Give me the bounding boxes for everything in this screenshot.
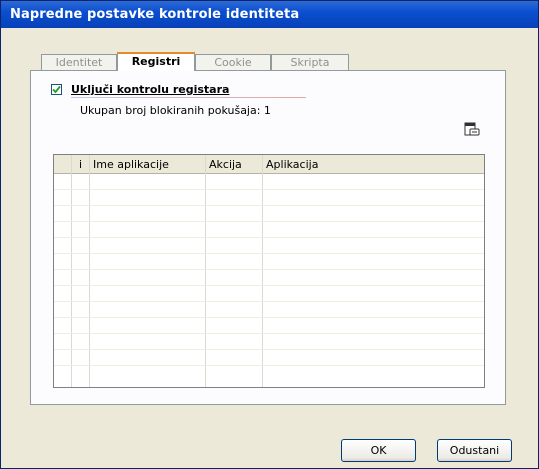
- applications-table: i Ime aplikacije Akcija Aplikacija: [53, 154, 485, 388]
- export-icon[interactable]: [463, 121, 481, 137]
- table-row: [54, 189, 484, 190]
- table-row: [54, 237, 484, 238]
- dialog-window: Napredne postavke kontrole identiteta Id…: [0, 0, 539, 469]
- table-row: [54, 365, 484, 366]
- enable-registry-checkbox[interactable]: [51, 84, 62, 95]
- table-row: [54, 205, 484, 206]
- column-header-app-name[interactable]: Ime aplikacije: [93, 158, 169, 171]
- table-row: [54, 317, 484, 318]
- blocked-count-text: Ukupan broj blokiranih pokušaja: 1: [80, 104, 271, 117]
- section-divider: [71, 97, 306, 98]
- tab-cookie[interactable]: Cookie: [195, 54, 271, 70]
- window-title: Napredne postavke kontrole identiteta: [10, 7, 300, 22]
- column-header-application[interactable]: Aplikacija: [266, 158, 318, 171]
- table-row: [54, 349, 484, 350]
- tab-identitet[interactable]: Identitet: [41, 54, 117, 70]
- tab-skripta[interactable]: Skripta: [271, 54, 349, 70]
- tab-registri[interactable]: Registri: [117, 52, 195, 71]
- column-header-i[interactable]: i: [79, 158, 82, 171]
- column-header-action[interactable]: Akcija: [209, 158, 242, 171]
- table-row: [54, 333, 484, 334]
- export-icon-graphic: [464, 122, 480, 136]
- cancel-button[interactable]: Odustani: [437, 439, 512, 462]
- table-row: [54, 285, 484, 286]
- table-row: [54, 253, 484, 254]
- ok-button[interactable]: OK: [341, 439, 416, 462]
- enable-registry-label[interactable]: Uključi kontrolu registara: [71, 83, 229, 96]
- table-row: [54, 221, 484, 222]
- checkmark-icon: [52, 85, 61, 94]
- table-header: i Ime aplikacije Akcija Aplikacija: [54, 155, 484, 174]
- title-bar[interactable]: Napredne postavke kontrole identiteta: [1, 1, 538, 28]
- table-row: [54, 301, 484, 302]
- table-row: [54, 269, 484, 270]
